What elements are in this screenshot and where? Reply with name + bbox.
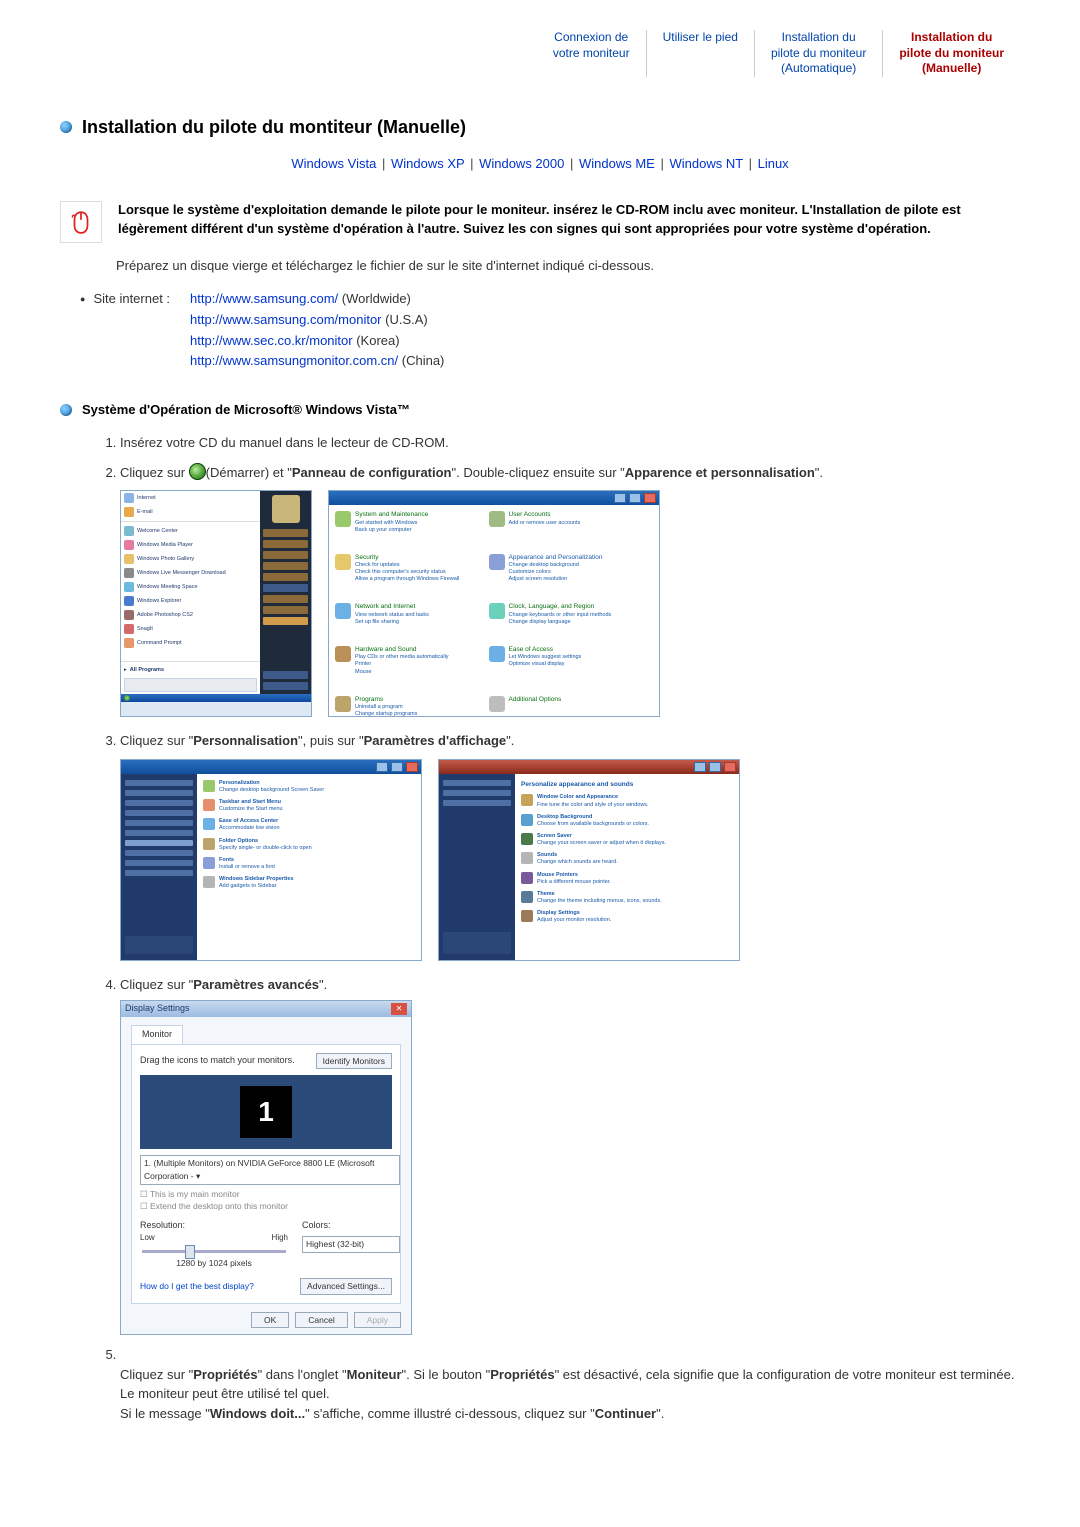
step-4: Cliquez sur "Paramètres avancés". Displa… — [120, 975, 1020, 1336]
screenshot-personalization-2: Personalize appearance and sounds Window… — [438, 759, 740, 961]
nav-install-manual[interactable]: Installation du pilote du moniteur (Manu… — [882, 30, 1020, 77]
nav-use-stand[interactable]: Utiliser le pied — [646, 30, 754, 77]
link-samsung-usa[interactable]: http://www.samsung.com/monitor — [190, 312, 381, 327]
link-windows-nt[interactable]: Windows NT — [670, 156, 743, 171]
chk-extend-desktop: ☐ Extend the desktop onto this monitor — [140, 1201, 392, 1213]
colors-label: Colors: — [302, 1219, 392, 1233]
start-orb-icon — [189, 463, 206, 480]
link-windows-xp[interactable]: Windows XP — [391, 156, 464, 171]
site-label: Site internet : — [93, 289, 182, 372]
step-5: Cliquez sur "Propriétés" dans l'onglet "… — [120, 1345, 1020, 1423]
page-title: Installation du pilote du montiteur (Man… — [82, 117, 466, 138]
link-samsung-worldwide[interactable]: http://www.samsung.com/ — [190, 291, 338, 306]
link-samsung-china[interactable]: http://www.samsungmonitor.com.cn/ — [190, 353, 398, 368]
resolution-value: 1280 by 1024 pixels — [140, 1257, 288, 1270]
link-windows-vista[interactable]: Windows Vista — [291, 156, 376, 171]
screenshot-display-settings: Display Settings ✕ Monitor Drag the icon… — [120, 1000, 412, 1335]
identify-monitors-button: Identify Monitors — [316, 1053, 392, 1070]
ds-window-title: Display Settings — [125, 1002, 190, 1016]
top-navigation: Connexion de votre moniteur Utiliser le … — [60, 30, 1020, 77]
color-select: Highest (32-bit) — [302, 1236, 400, 1253]
chk-main-monitor: ☐ This is my main monitor — [140, 1189, 392, 1201]
mouse-icon — [60, 201, 102, 243]
screenshot-personalization-1: PersonalizationChange desktop background… — [120, 759, 422, 961]
screenshot-start-menu: Internet E-mail Welcome Center Windows M… — [120, 490, 312, 717]
resolution-slider — [142, 1250, 286, 1253]
prepare-text: Préparez un disque vierge et téléchargez… — [116, 257, 1020, 275]
os-link-row: Windows Vista | Windows XP | Windows 200… — [60, 156, 1020, 171]
link-samsung-korea[interactable]: http://www.sec.co.kr/monitor — [190, 333, 353, 348]
nav-connect-monitor[interactable]: Connexion de votre moniteur — [537, 30, 646, 77]
ds-tab-monitor: Monitor — [131, 1025, 183, 1044]
link-linux[interactable]: Linux — [758, 156, 789, 171]
site-list: http://www.samsung.com/ (Worldwide) http… — [190, 289, 444, 372]
steps-list: Insérez votre CD du manuel dans le lecte… — [100, 433, 1020, 1423]
screenshot-control-panel: System and MaintenanceGet started with W… — [328, 490, 660, 717]
resolution-label: Resolution: — [140, 1219, 288, 1233]
vista-section-title: Système d'Opération de Microsoft® Window… — [82, 402, 410, 417]
bullet-dot: ● — [80, 289, 85, 372]
step-2: Cliquez sur (Démarrer) et "Panneau de co… — [120, 463, 1020, 718]
adapter-select: 1. (Multiple Monitors) on NVIDIA GeForce… — [140, 1155, 400, 1185]
advanced-settings-button: Advanced Settings... — [300, 1278, 392, 1295]
close-icon: ✕ — [391, 1003, 407, 1015]
step-1: Insérez votre CD du manuel dans le lecte… — [120, 433, 1020, 453]
ds-drag-text: Drag the icons to match your monitors. — [140, 1054, 295, 1068]
bullet-icon — [60, 404, 72, 416]
nav-install-auto[interactable]: Installation du pilote du moniteur (Auto… — [754, 30, 882, 77]
monitor-preview: 1 — [240, 1086, 292, 1138]
ok-button: OK — [251, 1312, 289, 1329]
cancel-button: Cancel — [295, 1312, 347, 1329]
link-windows-2000[interactable]: Windows 2000 — [479, 156, 564, 171]
bullet-icon — [60, 121, 72, 133]
apply-button: Apply — [354, 1312, 401, 1329]
help-link: How do I get the best display? — [140, 1280, 254, 1293]
link-windows-me[interactable]: Windows ME — [579, 156, 655, 171]
step-3: Cliquez sur "Personnalisation", puis sur… — [120, 731, 1020, 961]
intro-text: Lorsque le système d'exploitation demand… — [118, 201, 1020, 239]
